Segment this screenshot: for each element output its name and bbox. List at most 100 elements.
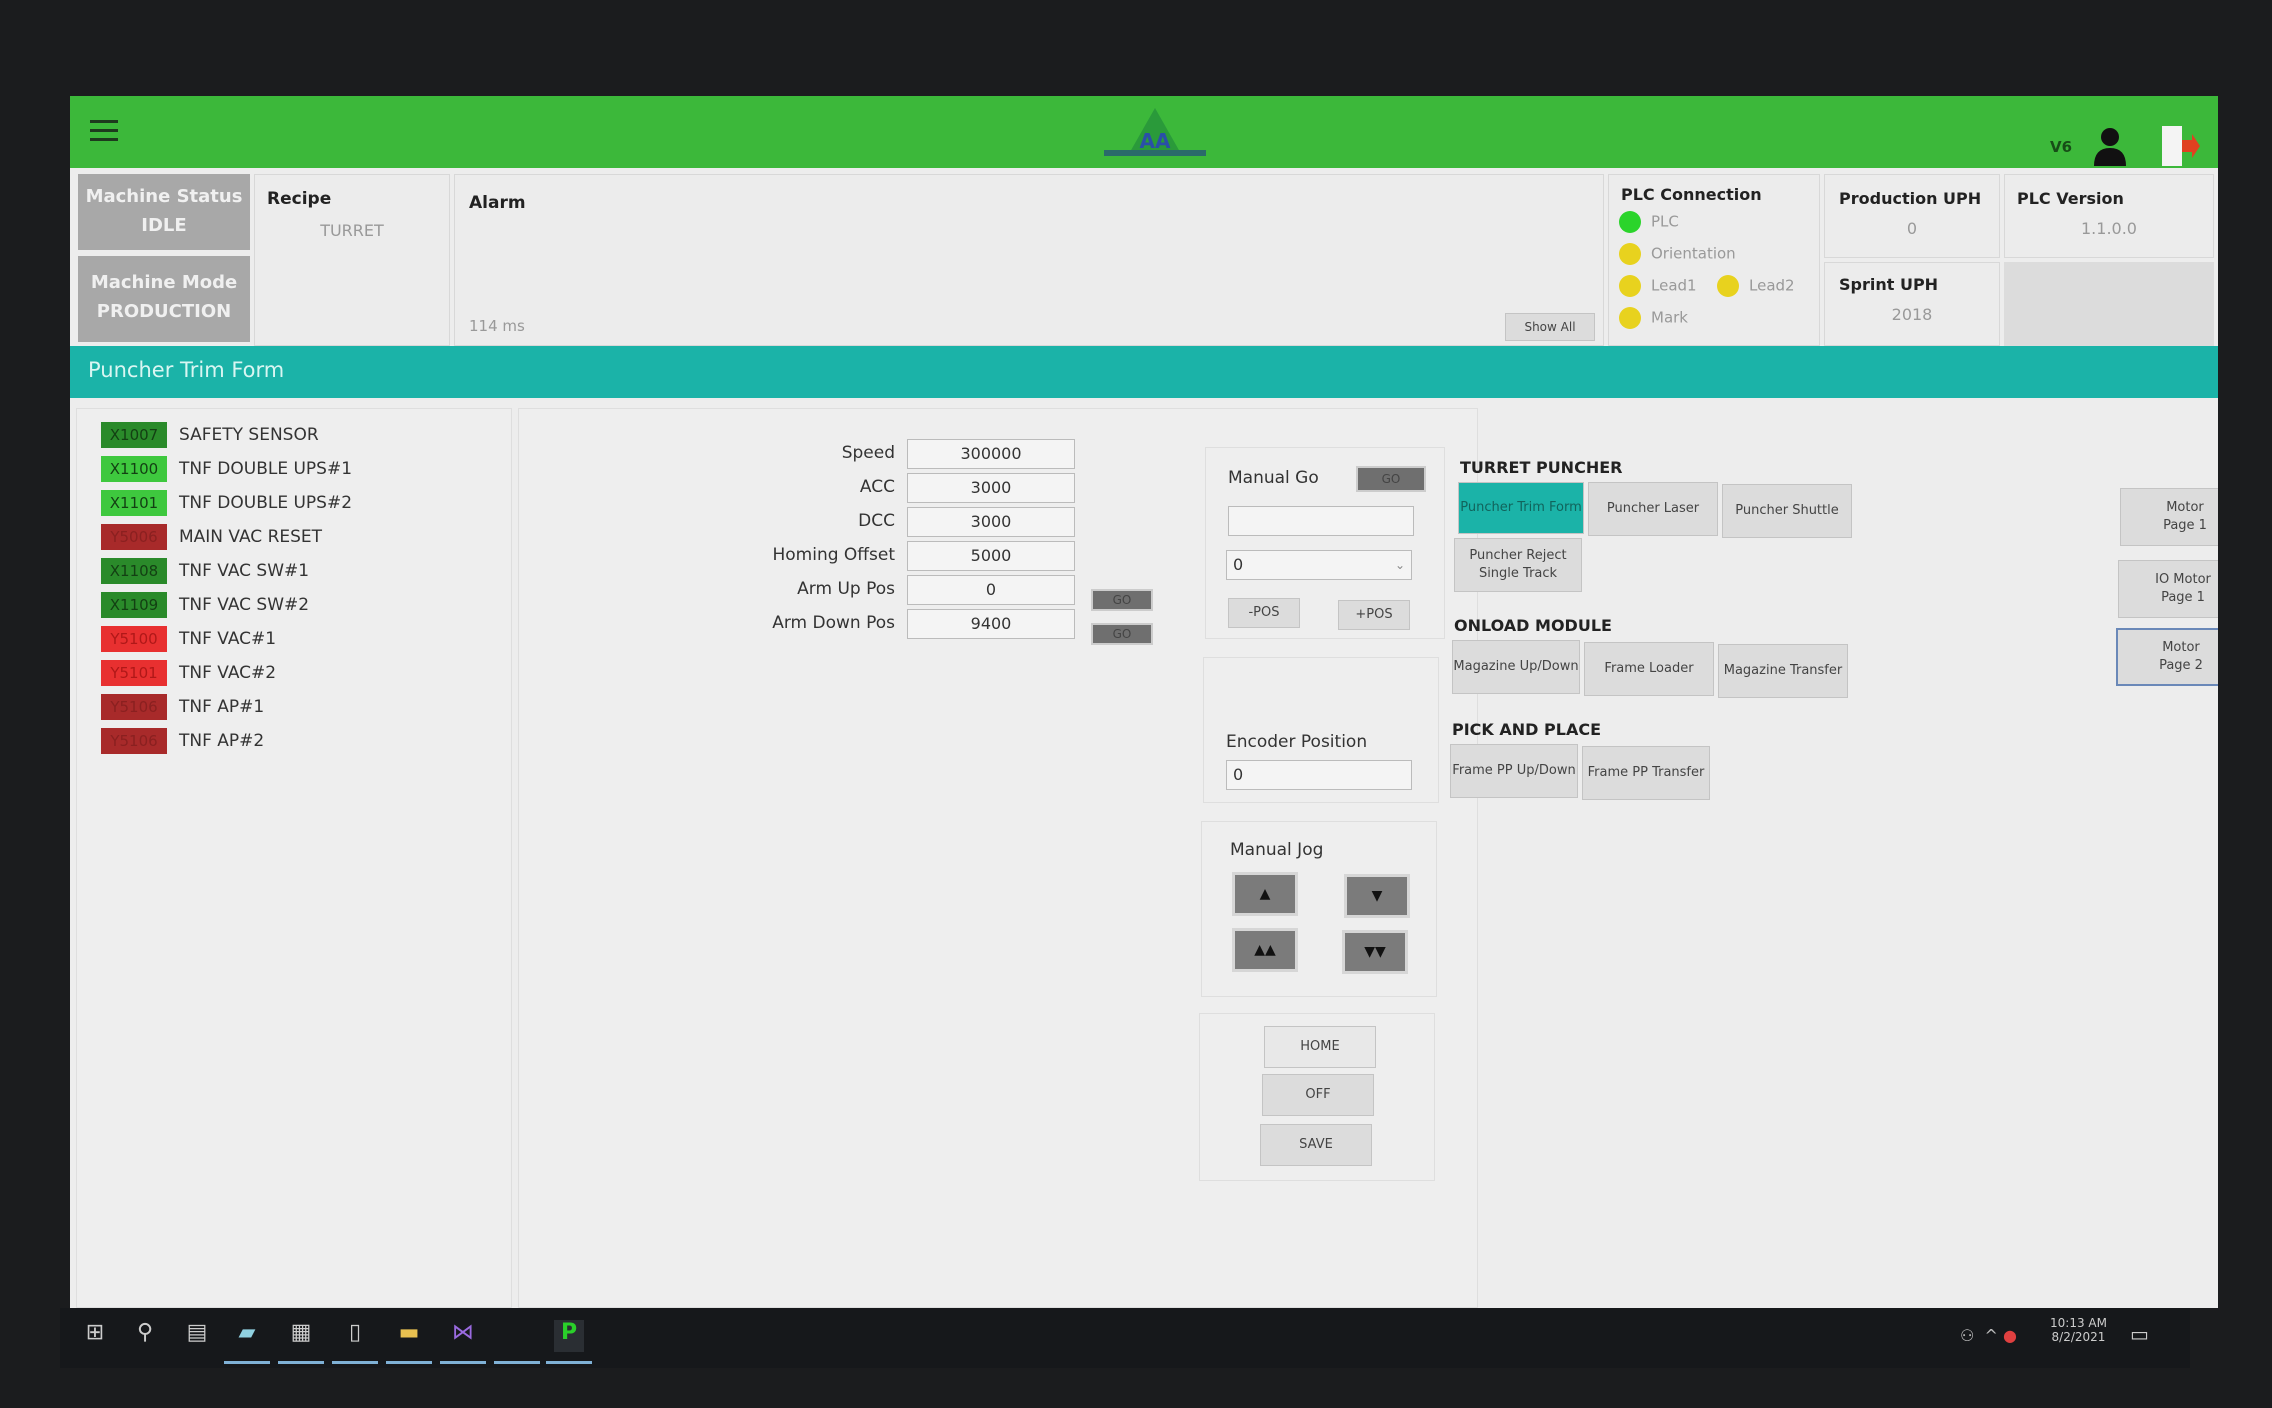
- io-badge[interactable]: X1109: [101, 592, 167, 618]
- blank-panel: [2004, 262, 2214, 346]
- io-panel: X1007 SAFETY SENSOR X1100 TNF DOUBLE UPS#1 X…: [76, 408, 512, 1308]
- io-row: Y5006 MAIN VAC RESET: [101, 523, 322, 551]
- param-input[interactable]: 3000: [907, 507, 1075, 537]
- io-label: TNF DOUBLE UPS#1: [179, 459, 353, 479]
- param-label: Homing Offset: [772, 545, 895, 565]
- file-explorer-icon[interactable]: ▬: [386, 1320, 432, 1364]
- recipe-value: TURRET: [320, 221, 384, 240]
- turret-puncher-title: TURRET PUNCHER: [1460, 458, 1623, 477]
- terminal-app-icon[interactable]: ▦: [278, 1320, 324, 1364]
- nav-magazine-transfer[interactable]: Magazine Transfer: [1718, 644, 1848, 698]
- param-input[interactable]: 9400: [907, 609, 1075, 639]
- nav-frame-pp-up-down[interactable]: Frame PP Up/Down: [1450, 744, 1578, 798]
- plus-pos-button[interactable]: +POS: [1338, 600, 1410, 630]
- task-view-icon[interactable]: ▤: [182, 1320, 212, 1352]
- hamburger-menu-icon[interactable]: [90, 120, 118, 142]
- mark-indicator-icon: [1619, 307, 1641, 329]
- blank-app-icon[interactable]: [494, 1320, 540, 1364]
- header-bar: AA V6: [70, 96, 2218, 168]
- tray-icons[interactable]: ⚇ ^ ●: [1960, 1326, 2017, 1345]
- manual-go-button[interactable]: GO: [1356, 466, 1426, 492]
- lead1-indicator-icon: [1619, 275, 1641, 297]
- home-button[interactable]: HOME: [1264, 1026, 1376, 1068]
- param-input[interactable]: 0: [907, 575, 1075, 605]
- motor-control-panel: Speed 300000 ACC 3000 DCC 3000 Homing Offset 50…: [518, 408, 1478, 1308]
- io-row: Y5106 TNF AP#2: [101, 727, 264, 755]
- sprint-uph-label: Sprint UPH: [1839, 275, 1939, 294]
- chevron-down-icon: ⌄: [1394, 558, 1405, 572]
- manual-jog-label: Manual Jog: [1230, 840, 1324, 860]
- jog-fast-up-button[interactable]: ▲▲: [1232, 928, 1298, 972]
- document-app-icon[interactable]: ▯: [332, 1320, 378, 1364]
- io-badge[interactable]: Y5101: [101, 660, 167, 686]
- nav-frame-loader[interactable]: Frame Loader: [1584, 642, 1714, 696]
- app-icon[interactable]: ▰: [224, 1320, 270, 1364]
- plc-indicator-icon: [1619, 211, 1641, 233]
- notification-icon[interactable]: ▭: [2130, 1322, 2149, 1346]
- jog-down-button[interactable]: ▼: [1344, 874, 1410, 918]
- nav-motor-page-2[interactable]: Motor Page 2: [2116, 628, 2218, 686]
- nav-puncher-trim-form[interactable]: Puncher Trim Form: [1458, 482, 1584, 534]
- plc-version-label: PLC Version: [2017, 189, 2124, 208]
- minus-pos-button[interactable]: -POS: [1228, 598, 1300, 628]
- io-row: Y5101 TNF VAC#2: [101, 659, 276, 687]
- param-input[interactable]: 300000: [907, 439, 1075, 469]
- arm-down-go-button[interactable]: GO: [1091, 623, 1153, 645]
- jog-fast-down-button[interactable]: ▼▼: [1342, 930, 1408, 974]
- nav-frame-pp-transfer[interactable]: Frame PP Transfer: [1582, 746, 1710, 800]
- manual-go-input[interactable]: [1228, 506, 1414, 536]
- visual-studio-icon[interactable]: ⋈: [440, 1320, 486, 1364]
- param-input[interactable]: 3000: [907, 473, 1075, 503]
- plc-version-value: 1.1.0.0: [2081, 219, 2137, 238]
- io-row: X1100 TNF DOUBLE UPS#1: [101, 455, 352, 483]
- machine-mode-box: Machine Mode PRODUCTION: [78, 256, 250, 342]
- nav-io-motor-page-1[interactable]: IO Motor Page 1: [2118, 560, 2218, 618]
- form-title-bar: Puncher Trim Form: [70, 346, 2218, 398]
- param-label: ACC: [859, 477, 895, 497]
- plc-connection-label: PLC Connection: [1621, 185, 1762, 204]
- jog-up-button[interactable]: ▲: [1232, 872, 1298, 916]
- machine-status-label: Machine Status: [85, 186, 243, 207]
- io-row: X1101 TNF DOUBLE UPS#2: [101, 489, 352, 517]
- save-button[interactable]: SAVE: [1260, 1124, 1372, 1166]
- nav-puncher-shuttle[interactable]: Puncher Shuttle: [1722, 484, 1852, 538]
- nav-magazine-up-down[interactable]: Magazine Up/Down: [1452, 640, 1580, 694]
- io-badge[interactable]: Y5106: [101, 694, 167, 720]
- position-select[interactable]: 0 ⌄: [1226, 550, 1412, 580]
- user-icon[interactable]: [2092, 126, 2128, 166]
- io-badge[interactable]: Y5100: [101, 626, 167, 652]
- sprint-uph-panel: Sprint UPH 2018: [1824, 262, 2000, 346]
- io-label: TNF AP#2: [179, 731, 265, 751]
- user-label: V6: [2050, 138, 2073, 156]
- alarm-label: Alarm: [469, 193, 526, 213]
- pick-and-place-title: PICK AND PLACE: [1452, 720, 1601, 739]
- io-badge[interactable]: Y5006: [101, 524, 167, 550]
- nav-puncher-reject-single-track[interactable]: Puncher Reject Single Track: [1454, 538, 1582, 592]
- show-all-button[interactable]: Show All: [1505, 313, 1595, 341]
- io-label: TNF VAC SW#1: [179, 561, 310, 581]
- nav-motor-page-1[interactable]: Motor Page 1: [2120, 488, 2218, 546]
- arm-up-go-button[interactable]: GO: [1091, 589, 1153, 611]
- windows-taskbar: ⊞ ⚲ ▤ ▰ ▦ ▯ ▬ ⋈ P ⚇ ^ ● 10:13 AM 8/2/2021…: [60, 1308, 2190, 1368]
- io-badge[interactable]: X1007: [101, 422, 167, 448]
- off-button[interactable]: OFF: [1262, 1074, 1374, 1116]
- io-badge[interactable]: X1108: [101, 558, 167, 584]
- windows-start-icon[interactable]: ⊞: [80, 1320, 110, 1352]
- param-label: DCC: [858, 511, 895, 531]
- io-badge[interactable]: X1101: [101, 490, 167, 516]
- machine-mode-value: PRODUCTION: [96, 301, 232, 322]
- io-row: Y5106 TNF AP#1: [101, 693, 264, 721]
- clock[interactable]: 10:13 AM 8/2/2021: [2050, 1316, 2107, 1344]
- logout-icon[interactable]: [2160, 124, 2200, 168]
- io-badge[interactable]: X1100: [101, 456, 167, 482]
- io-badge[interactable]: Y5106: [101, 728, 167, 754]
- hmi-app-icon[interactable]: P: [546, 1320, 592, 1364]
- plc-connection-panel: PLC Connection PLC Orientation Lead1 Lea…: [1608, 174, 1820, 346]
- svg-text:AA: AA: [1140, 129, 1171, 153]
- nav-puncher-laser[interactable]: Puncher Laser: [1588, 482, 1718, 536]
- param-label: Speed: [841, 443, 895, 463]
- param-input[interactable]: 5000: [907, 541, 1075, 571]
- recipe-panel: Recipe TURRET: [254, 174, 450, 346]
- search-icon[interactable]: ⚲: [130, 1320, 160, 1352]
- io-label: TNF DOUBLE UPS#2: [179, 493, 353, 513]
